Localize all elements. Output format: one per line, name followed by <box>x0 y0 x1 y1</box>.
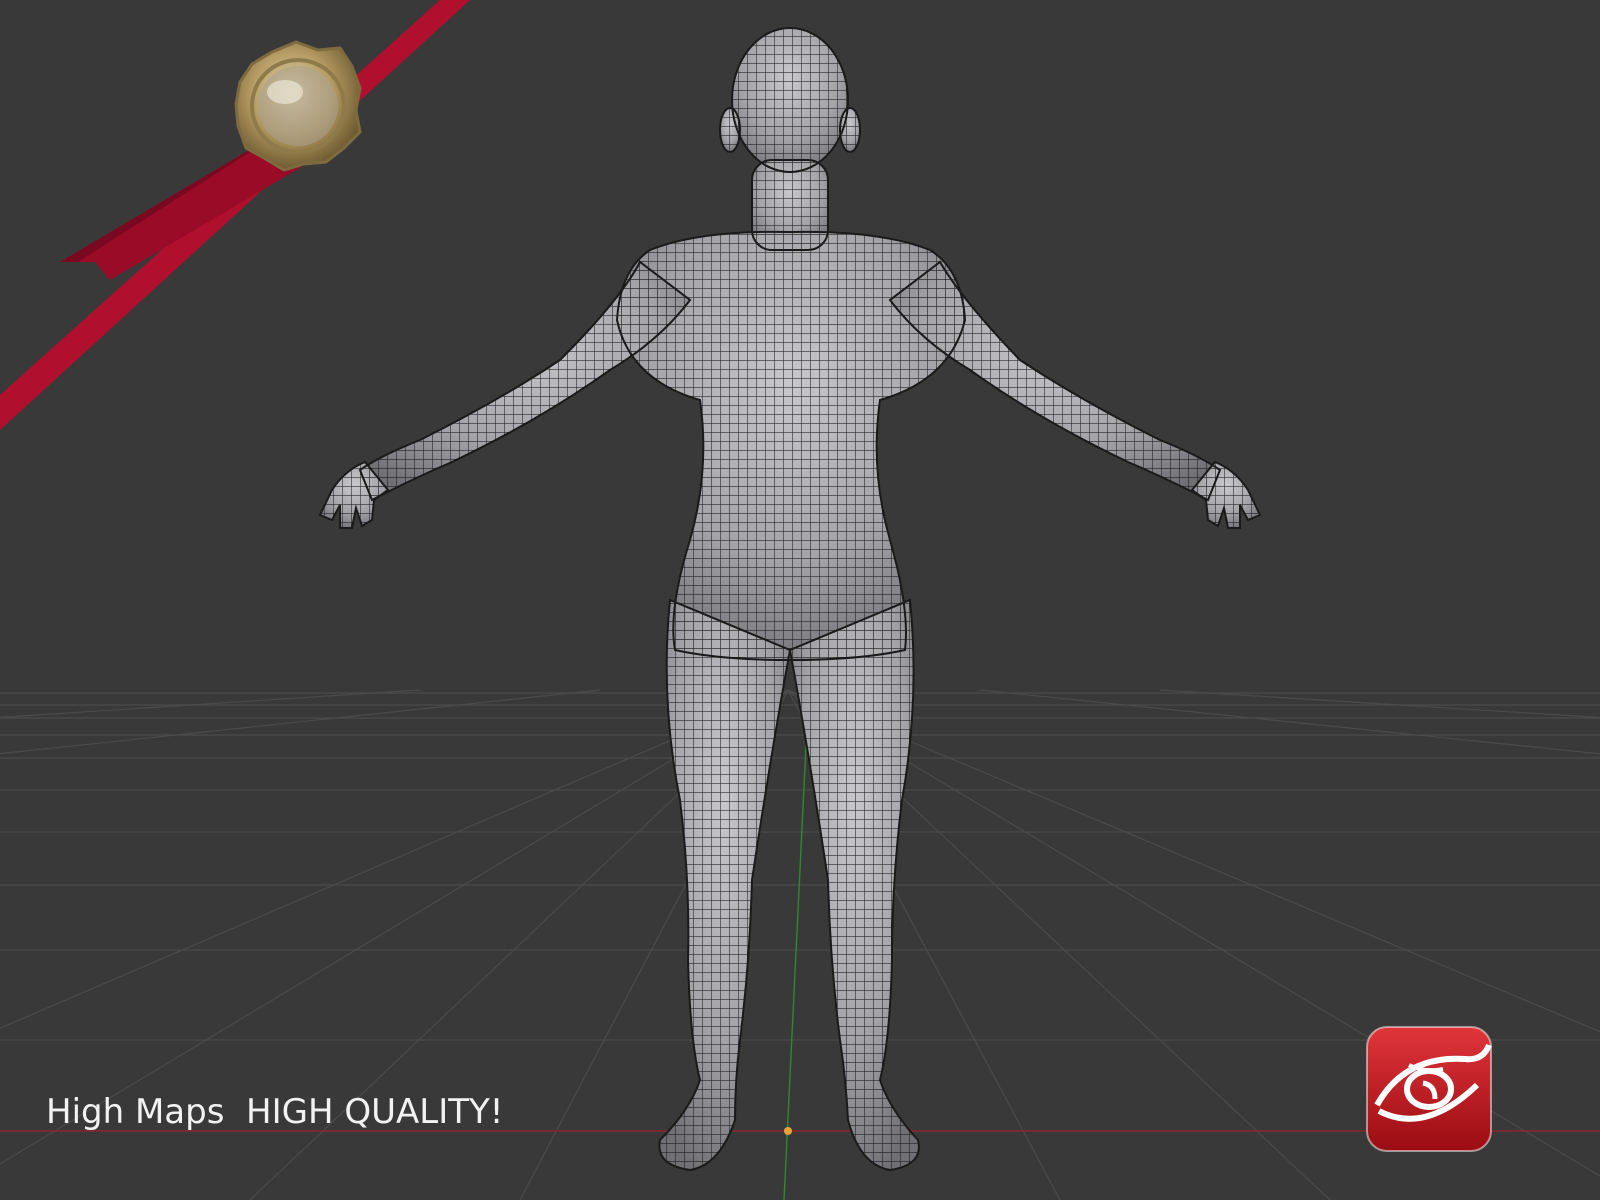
wax-seal-icon <box>234 40 362 172</box>
eye-logo-icon[interactable] <box>1365 1025 1493 1153</box>
ribbon-decoration <box>0 0 470 430</box>
human-mesh-model[interactable] <box>319 27 1261 1171</box>
origin-marker[interactable] <box>784 1127 792 1135</box>
promo-caption: High Maps HIGH QUALITY! <box>46 1092 504 1132</box>
3d-viewport[interactable] <box>0 0 1600 1200</box>
